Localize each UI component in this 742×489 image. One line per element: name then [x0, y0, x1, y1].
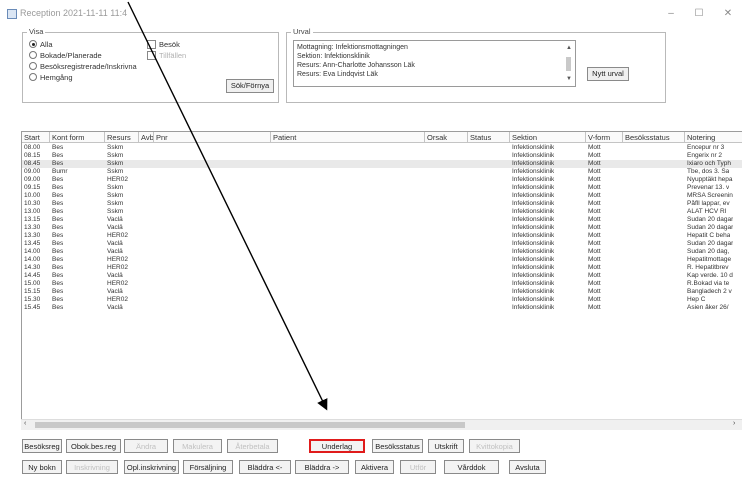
annotation-arrow [127, 1, 328, 411]
arrow-line [127, 1, 328, 411]
